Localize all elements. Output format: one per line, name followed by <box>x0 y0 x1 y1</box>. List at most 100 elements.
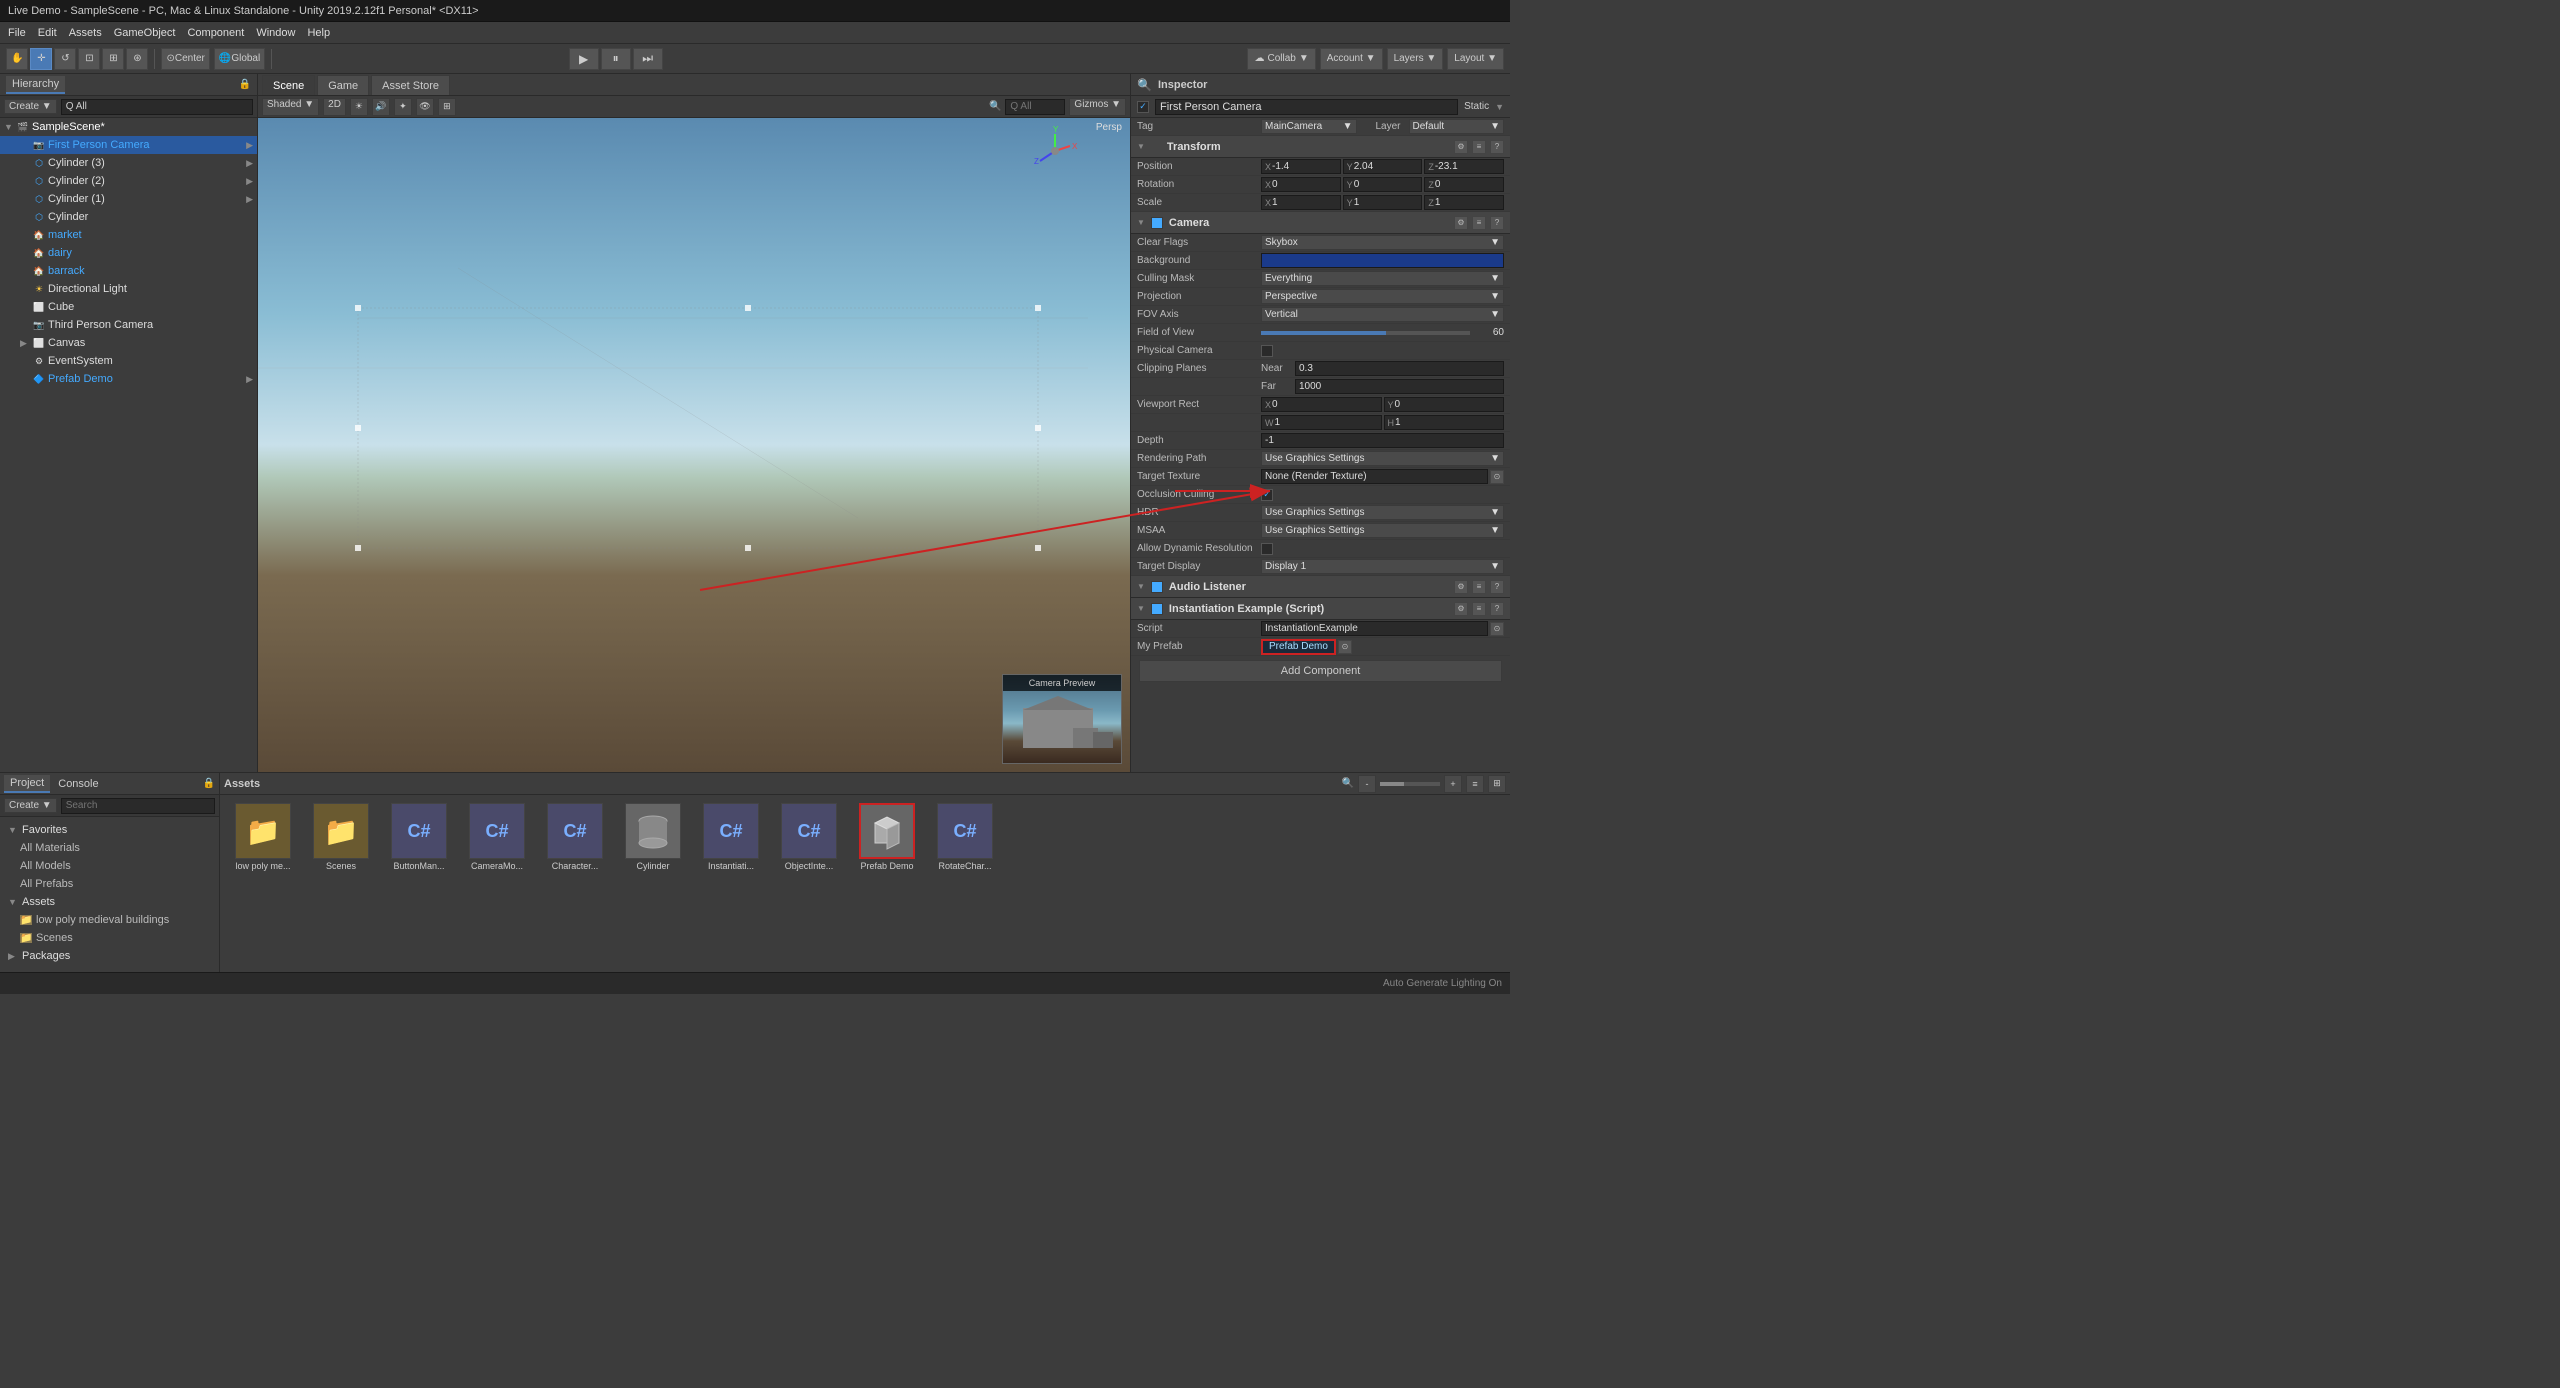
rotate-tool-btn[interactable]: ↺ <box>54 48 76 70</box>
menu-file[interactable]: File <box>8 27 26 39</box>
scene-search-input[interactable] <box>1005 99 1065 115</box>
play-btn[interactable]: ▶ <box>569 48 599 70</box>
pause-btn[interactable]: ⏸ <box>601 48 631 70</box>
background-color-swatch[interactable] <box>1261 253 1504 268</box>
add-component-btn[interactable]: Add Component <box>1139 660 1502 682</box>
proj-all-materials[interactable]: All Materials <box>0 839 219 857</box>
hier-item-dairy[interactable]: 🏠 dairy <box>0 244 257 262</box>
transform-settings-btn[interactable]: ⚙ <box>1454 140 1468 154</box>
inst-more-btn[interactable]: ≡ <box>1472 602 1486 616</box>
menu-gameobject[interactable]: GameObject <box>114 27 176 39</box>
occlusion-culling-checkbox[interactable] <box>1261 489 1273 501</box>
hidden-toggle-btn[interactable]: 👁 <box>416 98 434 116</box>
inst-lock-btn[interactable]: ? <box>1490 602 1504 616</box>
hdr-dropdown[interactable]: Use Graphics Settings ▼ <box>1261 505 1504 520</box>
hier-item-barrack[interactable]: 🏠 barrack <box>0 262 257 280</box>
asset-cylinder[interactable]: Cylinder <box>618 803 688 871</box>
scale-y-field[interactable]: Y 1 <box>1343 195 1423 210</box>
collab-btn[interactable]: ☁ Collab ▼ <box>1247 48 1315 70</box>
my-prefab-pick-btn[interactable]: ⊙ <box>1338 640 1352 654</box>
msaa-dropdown[interactable]: Use Graphics Settings ▼ <box>1261 523 1504 538</box>
tag-dropdown[interactable]: MainCamera ▼ <box>1261 119 1357 134</box>
hier-item-cylinder1[interactable]: ⬡ Cylinder (1) ▶ <box>0 190 257 208</box>
scene-viewport[interactable]: Persp X Y Z <box>258 118 1130 772</box>
instantiation-header[interactable]: ▼ Instantiation Example (Script) ⚙ ≡ ? <box>1131 598 1510 620</box>
hier-item-directional-light[interactable]: ☀ Directional Light <box>0 280 257 298</box>
far-field[interactable]: 1000 <box>1295 379 1504 394</box>
hier-item-canvas[interactable]: ▶ ⬜ Canvas <box>0 334 257 352</box>
camera-more-btn[interactable]: ≡ <box>1472 216 1486 230</box>
inst-enable-check[interactable] <box>1151 603 1163 615</box>
asset-low-poly[interactable]: 📁 low poly me... <box>228 803 298 871</box>
scale-tool-btn[interactable]: ⊡ <box>78 48 100 70</box>
hier-item-cylinder3[interactable]: ⬡ Cylinder (3) ▶ <box>0 154 257 172</box>
rect-tool-btn[interactable]: ⊞ <box>102 48 124 70</box>
transform-more-btn[interactable]: ≡ <box>1472 140 1486 154</box>
hierarchy-create-btn[interactable]: Create ▼ <box>4 99 57 114</box>
asset-character[interactable]: C# Character... <box>540 803 610 871</box>
transform-enable-check[interactable] <box>1151 142 1161 152</box>
proj-all-models[interactable]: All Models <box>0 857 219 875</box>
camera-header[interactable]: ▼ Camera ⚙ ≡ ? <box>1131 212 1510 234</box>
project-lock-icon[interactable]: 🔒 <box>203 778 215 789</box>
scale-z-field[interactable]: Z 1 <box>1424 195 1504 210</box>
menu-window[interactable]: Window <box>256 27 295 39</box>
menu-assets[interactable]: Assets <box>69 27 102 39</box>
vp-h-field[interactable]: H 1 <box>1384 415 1505 430</box>
culling-mask-dropdown[interactable]: Everything ▼ <box>1261 271 1504 286</box>
rotation-y-field[interactable]: Y 0 <box>1343 177 1423 192</box>
tab-asset-store[interactable]: Asset Store <box>371 75 450 95</box>
layers-btn[interactable]: Layers ▼ <box>1387 48 1444 70</box>
depth-field[interactable]: -1 <box>1261 433 1504 448</box>
shading-mode-dropdown[interactable]: Shaded ▼ <box>262 98 319 116</box>
asset-buttonman[interactable]: C# ButtonMan... <box>384 803 454 871</box>
project-tab[interactable]: Project <box>4 775 50 793</box>
hier-item-first-person-camera[interactable]: 📷 First Person Camera ▶ <box>0 136 257 154</box>
proj-packages-header[interactable]: ▶ Packages <box>0 947 219 965</box>
console-tab[interactable]: Console <box>52 776 104 792</box>
fx-toggle-btn[interactable]: ✦ <box>394 98 412 116</box>
assets-scale-minus[interactable]: - <box>1358 775 1376 793</box>
dynamic-res-checkbox[interactable] <box>1261 543 1273 555</box>
go-active-checkbox[interactable] <box>1137 101 1149 113</box>
rendering-path-dropdown[interactable]: Use Graphics Settings ▼ <box>1261 451 1504 466</box>
projection-dropdown[interactable]: Perspective ▼ <box>1261 289 1504 304</box>
target-texture-value[interactable]: None (Render Texture) <box>1261 469 1488 484</box>
hier-item-third-person-camera[interactable]: 📷 Third Person Camera <box>0 316 257 334</box>
my-prefab-value-field[interactable]: Prefab Demo <box>1261 639 1336 655</box>
transform-header[interactable]: ▼ Transform ⚙ ≡ ? <box>1131 136 1510 158</box>
layer-dropdown[interactable]: Default ▼ <box>1409 119 1505 134</box>
vp-y-field[interactable]: Y 0 <box>1384 397 1505 412</box>
inst-settings-btn[interactable]: ⚙ <box>1454 602 1468 616</box>
gizmo-widget[interactable]: X Y Z <box>1030 126 1080 176</box>
assets-list-view-btn[interactable]: ≡ <box>1466 775 1484 793</box>
pivot-global-btn[interactable]: 🌐 Global <box>214 48 265 70</box>
audio-toggle-btn[interactable]: 🔊 <box>372 98 390 116</box>
light-toggle-btn[interactable]: ☀ <box>350 98 368 116</box>
account-btn[interactable]: Account ▼ <box>1320 48 1383 70</box>
camera-lock-btn[interactable]: ? <box>1490 216 1504 230</box>
audio-settings-btn[interactable]: ⚙ <box>1454 580 1468 594</box>
assets-grid-view-btn[interactable]: ⊞ <box>1488 775 1506 793</box>
hier-item-cylinder[interactable]: ⬡ Cylinder <box>0 208 257 226</box>
fov-slider-track[interactable] <box>1261 331 1470 335</box>
hier-item-market[interactable]: 🏠 market <box>0 226 257 244</box>
position-z-field[interactable]: Z -23.1 <box>1424 159 1504 174</box>
gizmos-dropdown[interactable]: Gizmos ▼ <box>1069 98 1126 116</box>
pivot-center-btn[interactable]: ⊙ Center <box>161 48 209 70</box>
script-value-field[interactable]: InstantiationExample <box>1261 621 1488 636</box>
hier-item-prefab-demo[interactable]: 🔷 Prefab Demo ▶ <box>0 370 257 388</box>
assets-scale-slider[interactable] <box>1380 782 1440 786</box>
physical-camera-checkbox[interactable] <box>1261 345 1273 357</box>
rotation-x-field[interactable]: X 0 <box>1261 177 1341 192</box>
hand-tool-btn[interactable]: ✋ <box>6 48 28 70</box>
audio-lock-btn[interactable]: ? <box>1490 580 1504 594</box>
hier-item-eventsystem[interactable]: ⚙ EventSystem <box>0 352 257 370</box>
transform-lock-btn[interactable]: ? <box>1490 140 1504 154</box>
hier-item-samplescene[interactable]: ▼ 🎬 SampleScene* <box>0 118 257 136</box>
hierarchy-lock-icon[interactable]: 🔒 <box>239 79 251 90</box>
static-dropdown-arrow[interactable]: ▼ <box>1495 102 1504 112</box>
audio-more-btn[interactable]: ≡ <box>1472 580 1486 594</box>
project-create-btn[interactable]: Create ▼ <box>4 798 57 813</box>
hier-item-cylinder2[interactable]: ⬡ Cylinder (2) ▶ <box>0 172 257 190</box>
